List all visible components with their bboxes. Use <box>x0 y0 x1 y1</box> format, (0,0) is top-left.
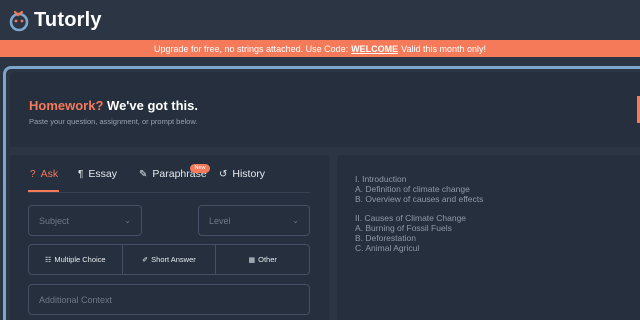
additional-context-input[interactable]: Additional Context <box>28 284 310 315</box>
outline-line: A. Definition of climate change <box>355 184 470 194</box>
new-badge: New <box>190 164 210 173</box>
option-label: Other <box>258 255 277 264</box>
banner-suffix: Valid this month only! <box>401 43 486 54</box>
outline-line: B. Overview of causes and effects <box>355 194 484 204</box>
list-icon: ☷ <box>45 256 52 264</box>
chevron-down-icon: ⌄ <box>124 216 131 225</box>
outline-line: B. Deforestation <box>355 233 416 243</box>
hero-title-rest: We've got this. <box>107 98 199 113</box>
outline-line: I. Introduction <box>355 174 407 184</box>
pilcrow-icon: ¶ <box>78 168 84 180</box>
pen-icon: ✐ <box>142 256 149 264</box>
option-label: Short Answer <box>151 255 196 264</box>
logo-icon[interactable] <box>6 7 32 33</box>
outline-line: A. Burning of Fossil Fuels <box>355 223 452 233</box>
multiple-choice-option[interactable]: ☷ Multiple Choice <box>29 245 123 274</box>
tab-label: History <box>232 168 266 180</box>
promo-banner: Upgrade for free, no strings attached. U… <box>0 40 640 57</box>
outline-line: II. Causes of Climate Change <box>355 213 467 223</box>
history-icon: ↺ <box>219 168 228 180</box>
essay-outline: I. Introduction A. Definition of climate… <box>355 174 483 253</box>
banner-text: Upgrade for free, no strings attached. U… <box>154 43 349 54</box>
subject-placeholder: Subject <box>39 215 70 226</box>
hero-title-accent: Homework? <box>29 98 104 113</box>
context-placeholder: Additional Context <box>39 294 113 305</box>
tab-history[interactable]: ↺ History <box>219 166 265 182</box>
tab-essay[interactable]: ¶ Essay <box>78 166 117 182</box>
chevron-down-icon: ⌄ <box>292 216 299 225</box>
level-placeholder: Level <box>209 215 231 226</box>
answer-type-selector: ☷ Multiple Choice ✐ Short Answer ▦ Other <box>28 244 310 275</box>
outline-line: C. Animal Agricul <box>355 243 420 253</box>
tab-divider <box>28 192 310 193</box>
hero-subtitle: Paste your question, assignment, or prom… <box>29 117 198 126</box>
level-select[interactable]: Level ⌄ <box>198 205 310 236</box>
pencil-icon: ✎ <box>139 168 148 180</box>
tab-ask[interactable]: ? Ask <box>30 166 58 182</box>
hero-title: Homework? We've got this. <box>29 98 198 113</box>
other-option[interactable]: ▦ Other <box>216 245 309 274</box>
short-answer-option[interactable]: ✐ Short Answer <box>123 245 217 274</box>
grid-icon: ▦ <box>248 256 256 264</box>
question-icon: ? <box>30 168 36 180</box>
tab-label: Ask <box>40 168 59 180</box>
brand-name[interactable]: Tutorly <box>34 9 102 32</box>
option-label: Multiple Choice <box>54 255 106 264</box>
app-header: Tutorly <box>0 0 640 40</box>
tab-label: Essay <box>88 168 117 180</box>
promo-code[interactable]: WELCOME <box>351 44 398 54</box>
subject-select[interactable]: Subject ⌄ <box>28 205 142 236</box>
